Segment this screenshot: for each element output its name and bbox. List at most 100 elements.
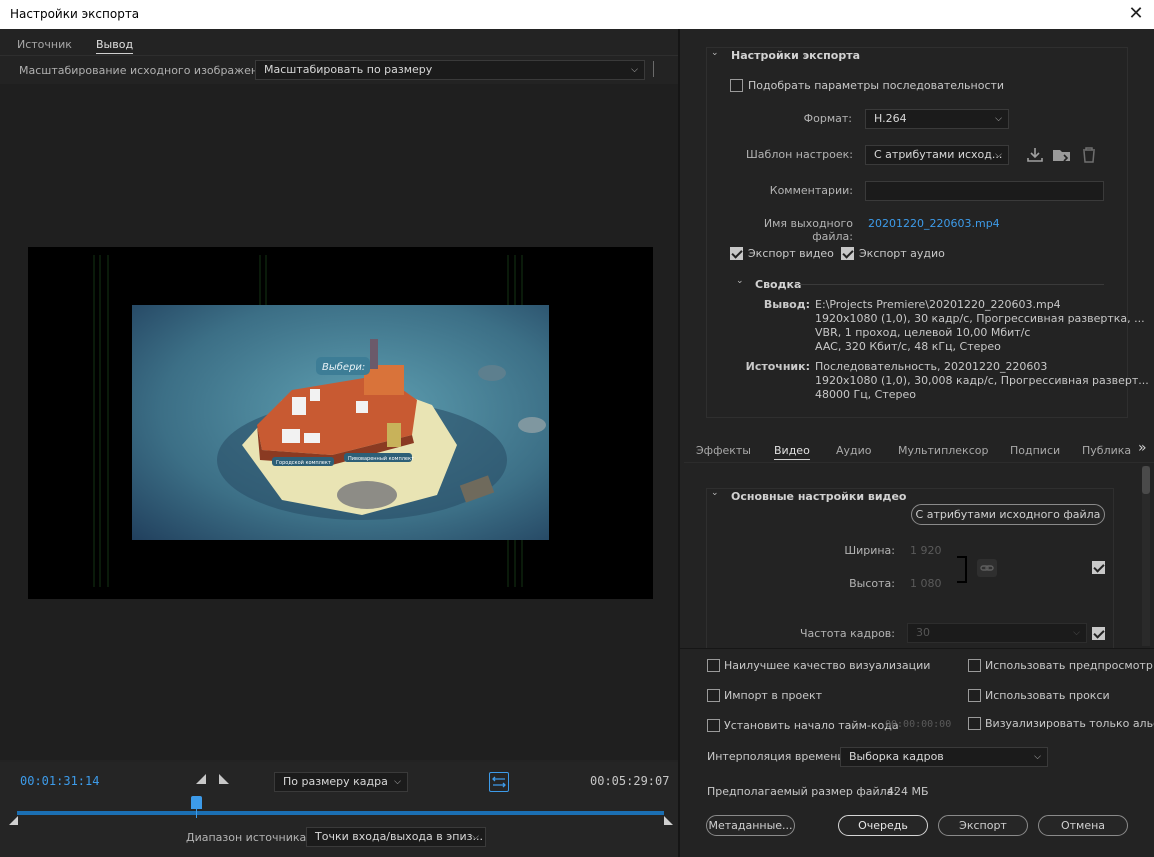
estimated-size-value: 424 МБ xyxy=(887,785,929,798)
tab-audio[interactable]: Аудио xyxy=(836,444,872,457)
framerate-value: 30 xyxy=(916,626,930,639)
start-timecode-value[interactable]: 00:00:00:00 xyxy=(885,719,951,730)
summary-source-label: Источник: xyxy=(745,360,810,373)
use-proxies-label: Использовать прокси xyxy=(985,689,1110,702)
tab-output[interactable]: Вывод xyxy=(96,38,134,54)
time-interpolation-value: Выборка кадров xyxy=(849,750,944,763)
chevron-down-icon: ⌵ xyxy=(995,150,1002,160)
video-settings-header: Основные настройки видео xyxy=(731,490,907,503)
width-label: Ширина: xyxy=(844,544,895,557)
summary-output-line: AAC, 320 Кбит/с, 48 кГц, Стерео xyxy=(815,340,1001,353)
playhead-line xyxy=(196,808,197,818)
import-preset-icon[interactable] xyxy=(1052,146,1072,164)
scrollbar-track[interactable] xyxy=(1142,466,1150,646)
use-previews-checkbox[interactable] xyxy=(968,659,981,672)
chevron-down-icon[interactable]: ⌄ xyxy=(711,488,719,498)
source-range-label: Диапазон источника: xyxy=(186,831,310,844)
mark-out-icon[interactable] xyxy=(219,774,229,784)
summary-rule xyxy=(799,284,1104,285)
tab-video[interactable]: Видео xyxy=(774,444,810,460)
tab-publish[interactable]: Публикац xyxy=(1082,444,1132,457)
summary-output-line: 1920x1080 (1,0), 30 кадр/с, Прогрессивна… xyxy=(815,312,1145,325)
scrollbar-thumb[interactable] xyxy=(1142,466,1150,494)
export-button[interactable]: Экспорт xyxy=(938,815,1028,836)
out-point-handle[interactable] xyxy=(664,816,673,825)
fit-value: По размеру кадра xyxy=(283,775,388,788)
source-range-dropdown[interactable]: Точки входа/выхода в эпиз... ⌵ xyxy=(306,827,486,847)
mark-in-icon[interactable] xyxy=(196,774,206,784)
save-preset-icon[interactable] xyxy=(1026,146,1044,164)
match-sequence-checkbox[interactable] xyxy=(730,79,743,92)
summary-source-line: 48000 Гц, Стерео xyxy=(815,388,917,401)
time-interpolation-dropdown[interactable]: Выборка кадров ⌵ xyxy=(840,747,1048,767)
chevron-down-icon[interactable]: ⌄ xyxy=(711,48,719,58)
scale-dropdown[interactable]: Масштабировать по размеру ⌵ xyxy=(255,60,645,80)
match-source-button[interactable]: С атрибутами исходного файла xyxy=(911,504,1105,525)
format-dropdown[interactable]: H.264 ⌵ xyxy=(865,109,1009,129)
summary-source-line: 1920x1080 (1,0), 30,008 кадр/с, Прогресс… xyxy=(815,374,1149,387)
tag-brewery: Пивоваренный комплект xyxy=(348,455,414,462)
timeline-track[interactable] xyxy=(17,811,664,815)
summary-output-label: Вывод: xyxy=(763,298,810,311)
island-scene: Выбери: Городской комплект Пивоваренный … xyxy=(132,305,549,540)
divider xyxy=(653,61,654,77)
preset-dropdown[interactable]: С атрибутами исход... ⌵ xyxy=(865,145,1009,165)
comments-input[interactable] xyxy=(865,181,1104,201)
height-value[interactable]: 1 080 xyxy=(910,577,942,590)
width-value[interactable]: 1 920 xyxy=(910,544,942,557)
chevron-down-icon: ⌵ xyxy=(995,114,1002,124)
export-video-label: Экспорт видео xyxy=(748,247,834,260)
framerate-dropdown[interactable]: 30 ⌵ xyxy=(907,623,1087,643)
summary-output-line: VBR, 1 проход, целевой 10,00 Мбит/с xyxy=(815,326,1031,339)
window-title: Настройки экспорта xyxy=(10,7,140,21)
tab-source[interactable]: Источник xyxy=(17,38,72,51)
max-render-quality-checkbox[interactable] xyxy=(707,659,720,672)
chevron-down-icon: ⌵ xyxy=(1034,752,1041,762)
export-audio-checkbox[interactable] xyxy=(841,247,854,260)
format-label: Формат: xyxy=(803,112,852,125)
queue-button[interactable]: Очередь xyxy=(838,815,928,836)
chain-link-icon[interactable] xyxy=(977,559,997,577)
video-preview-image: Выбери: Городской комплект Пивоваренный … xyxy=(132,305,549,540)
import-into-project-label: Импорт в проект xyxy=(724,689,823,702)
scale-row: Масштабирование исходного изображения: М… xyxy=(0,57,678,83)
in-point-handle[interactable] xyxy=(9,816,18,825)
left-tabs: Источник Вывод xyxy=(0,31,678,56)
size-override-checkbox[interactable] xyxy=(1092,561,1105,574)
summary-source-line: Последовательность, 20201220_220603 xyxy=(815,360,1048,373)
time-interpolation-label: Интерполяция времени: xyxy=(707,750,849,763)
scale-label: Масштабирование исходного изображения: xyxy=(19,64,276,77)
export-settings-header: Настройки экспорта xyxy=(731,49,861,62)
use-proxies-checkbox[interactable] xyxy=(968,689,981,702)
start-timecode-checkbox[interactable] xyxy=(707,719,720,732)
tab-captions[interactable]: Подписи xyxy=(1010,444,1060,457)
render-alpha-checkbox[interactable] xyxy=(968,717,981,730)
render-alpha-label: Визуализировать только альфа- xyxy=(985,717,1154,730)
tab-multiplexer[interactable]: Мультиплексор xyxy=(898,444,988,457)
framerate-label: Частота кадров: xyxy=(799,627,895,640)
metadata-button[interactable]: Метаданные... xyxy=(706,815,795,836)
tab-effects[interactable]: Эффекты xyxy=(696,444,751,457)
delete-preset-icon[interactable] xyxy=(1081,146,1097,164)
format-value: H.264 xyxy=(874,112,907,125)
cancel-button[interactable]: Отмена xyxy=(1038,815,1128,836)
output-name-link[interactable]: 20201220_220603.mp4 xyxy=(868,217,1000,230)
estimated-size-label: Предполагаемый размер файла: xyxy=(707,785,898,798)
title-bar: Настройки экспорта ✕ xyxy=(0,0,1154,29)
close-icon[interactable]: ✕ xyxy=(1118,0,1154,29)
import-into-project-checkbox[interactable] xyxy=(707,689,720,702)
summary-output-line: E:\Projects Premiere\20201220_220603.mp4 xyxy=(815,298,1061,311)
tag-city: Городской комплект xyxy=(276,459,331,466)
more-tabs-icon[interactable]: » xyxy=(1138,440,1147,456)
current-time[interactable]: 00:01:31:14 xyxy=(20,774,99,788)
aspect-toggle-icon[interactable] xyxy=(489,772,509,792)
end-time: 00:05:29:07 xyxy=(590,774,670,788)
fit-dropdown[interactable]: По размеру кадра ⌵ xyxy=(274,772,408,792)
link-bracket xyxy=(957,556,967,583)
chevron-down-icon: ⌵ xyxy=(472,832,479,842)
chevron-down-icon[interactable]: ⌄ xyxy=(736,276,744,286)
framerate-override-checkbox[interactable] xyxy=(1092,627,1105,640)
export-video-checkbox[interactable] xyxy=(730,247,743,260)
height-label: Высота: xyxy=(849,577,895,590)
source-range-value: Точки входа/выхода в эпиз... xyxy=(315,830,483,843)
